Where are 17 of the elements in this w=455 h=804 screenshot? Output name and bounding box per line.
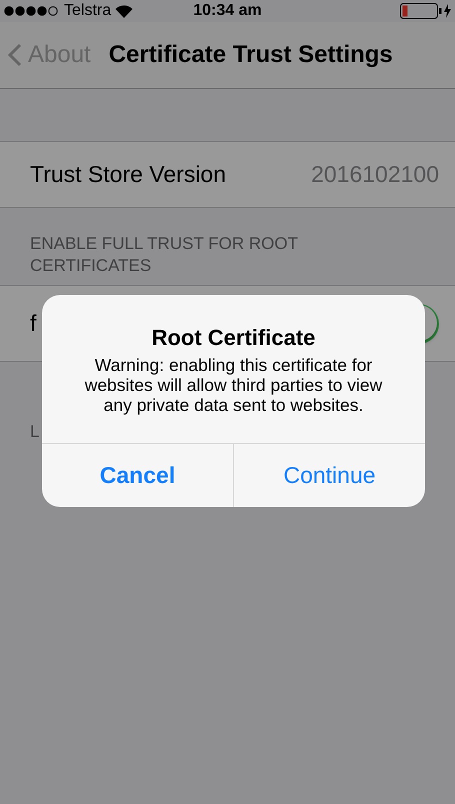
row-value: 2016102100 (311, 161, 439, 188)
signal-icon (4, 6, 60, 16)
charging-icon (444, 4, 451, 18)
battery-icon (400, 3, 442, 19)
carrier-name: Telstra (64, 2, 112, 20)
page-title: Certificate Trust Settings (108, 41, 393, 69)
back-chevron-icon (8, 43, 22, 67)
alert-title: Root Certificate (152, 325, 316, 351)
row-label: Trust Store Version (30, 161, 226, 188)
footer-text: L (30, 422, 40, 441)
row-label: f (30, 310, 36, 337)
alert-message: Warning: enabling this certificate for websites will allow third parties to view any private data sent to websites. (84, 355, 384, 415)
continue-button[interactable]: Continue (233, 444, 425, 507)
cancel-button[interactable]: Cancel (42, 444, 233, 507)
wifi-icon (115, 4, 134, 18)
clock-time: 10:34 am (193, 2, 262, 19)
section-header: ENABLE FULL TRUST FOR ROOT CERTIFICATES (29, 233, 299, 277)
